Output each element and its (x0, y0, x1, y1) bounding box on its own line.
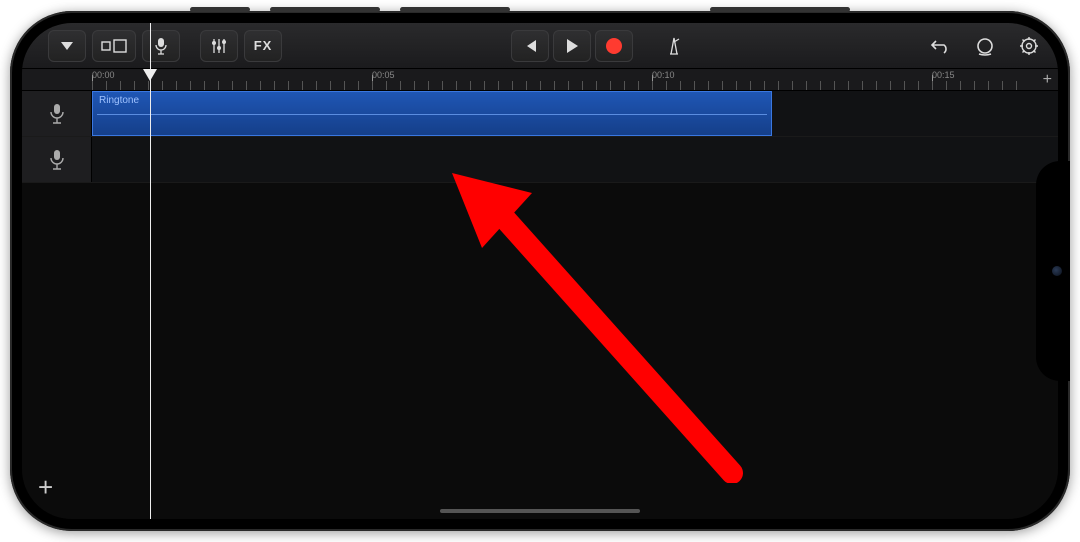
rewind-button[interactable] (511, 30, 549, 62)
add-track-button[interactable]: + (38, 472, 53, 503)
microphone-button[interactable] (142, 30, 180, 62)
phone-side-button (270, 7, 380, 12)
ruler-label: 00:10 (652, 70, 675, 80)
song-menu-button[interactable] (48, 30, 86, 62)
tracks-area[interactable]: Ringtone + (22, 91, 1058, 519)
ruler-ticks (92, 69, 1028, 90)
timeline-ruler[interactable]: 00:00 00:05 00:10 00:15 + (22, 69, 1058, 91)
phone-side-button (710, 7, 850, 12)
audio-region[interactable]: Ringtone (92, 91, 772, 136)
screen: FX (22, 23, 1058, 519)
metronome-button[interactable] (655, 30, 693, 62)
record-icon (606, 38, 622, 54)
phone-notch (1036, 161, 1070, 381)
ruler-label: 00:05 (372, 70, 395, 80)
record-button[interactable] (595, 30, 633, 62)
undo-button[interactable] (922, 30, 960, 62)
loop-button[interactable] (966, 30, 1004, 62)
transport-controls (511, 30, 633, 62)
track-lane[interactable]: Ringtone (92, 91, 1058, 136)
region-label: Ringtone (99, 95, 139, 106)
track-header[interactable] (22, 91, 92, 136)
track-lane[interactable] (92, 137, 1058, 182)
play-button[interactable] (553, 30, 591, 62)
iphone-frame: FX (10, 11, 1070, 531)
microphone-icon (49, 103, 65, 125)
track-header[interactable] (22, 137, 92, 182)
track-row[interactable] (22, 137, 1058, 183)
track-row[interactable]: Ringtone (22, 91, 1058, 137)
mixer-button[interactable] (200, 30, 238, 62)
toolbar: FX (22, 23, 1058, 69)
phone-side-button (190, 7, 250, 12)
waveform (97, 114, 767, 115)
settings-button[interactable] (1010, 30, 1048, 62)
microphone-icon (49, 149, 65, 171)
phone-side-button (400, 7, 510, 12)
home-indicator[interactable] (440, 509, 640, 513)
ruler-label: 00:00 (92, 70, 115, 80)
fx-button[interactable]: FX (244, 30, 282, 62)
ruler-label: 00:15 (932, 70, 955, 80)
add-section-button[interactable]: + (1043, 71, 1052, 89)
browser-view-button[interactable] (92, 30, 136, 62)
